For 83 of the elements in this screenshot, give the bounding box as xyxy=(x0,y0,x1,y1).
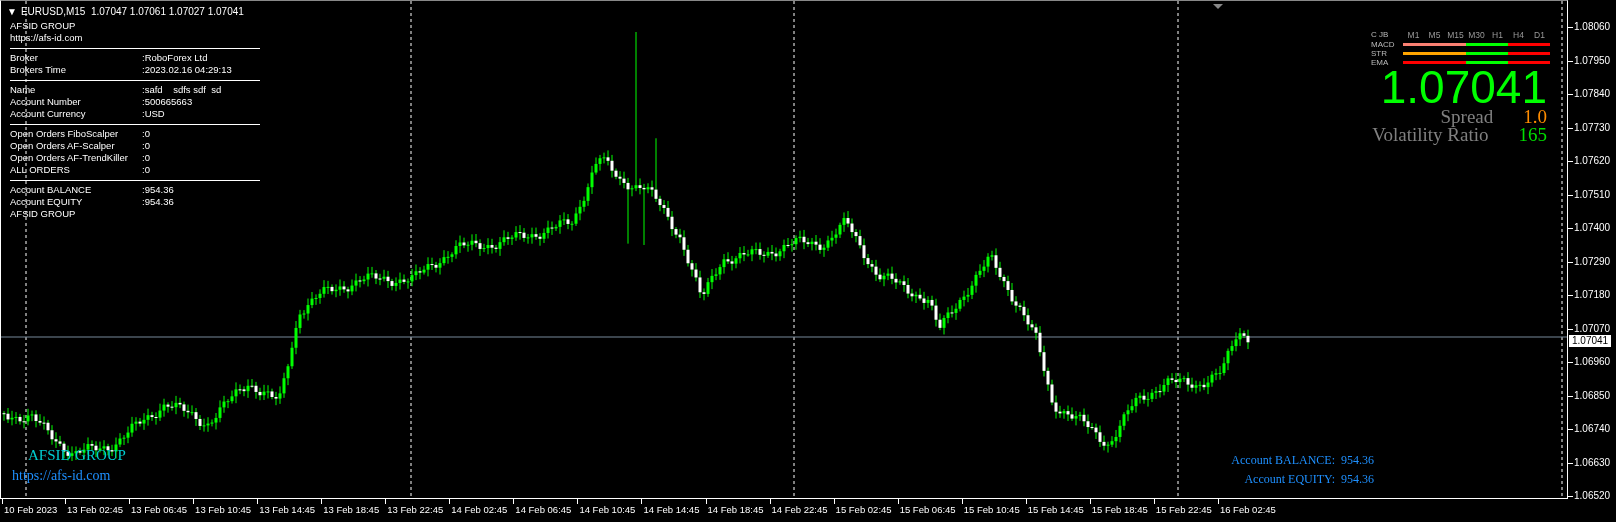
time-tick: 13 Feb 10:45 xyxy=(195,504,252,515)
shift-marker-icon[interactable] xyxy=(1213,4,1223,9)
info-value: :0 xyxy=(142,140,151,152)
info-label: Account BALANCE xyxy=(10,184,93,196)
info-value: :954.36 xyxy=(142,196,175,208)
signal-label: EMA xyxy=(1371,58,1390,67)
info-label: Open Orders FiboScalper xyxy=(10,128,120,140)
time-tick: 15 Feb 18:45 xyxy=(1091,504,1148,515)
price-tick: 1.07510 xyxy=(1574,188,1611,201)
current-price-tag: 1.07041 xyxy=(1569,335,1612,347)
signal-title: C JB xyxy=(1371,30,1390,39)
info-label: Brokers Time xyxy=(10,64,67,76)
time-tick: 15 Feb 06:45 xyxy=(899,504,956,515)
info-value: :0 xyxy=(142,164,151,176)
spread-value: 1.0 xyxy=(1523,107,1547,126)
time-tick: 14 Feb 06:45 xyxy=(515,504,572,515)
price-tick: 1.07950 xyxy=(1574,54,1611,67)
price-tick: 1.07070 xyxy=(1574,322,1611,335)
timeframe-label: H1 xyxy=(1491,29,1504,40)
account-value: 954.36 xyxy=(1341,472,1374,487)
price-tick: 1.06960 xyxy=(1574,356,1611,368)
timeframe-label: M1 xyxy=(1406,29,1421,40)
volatility-value: 165 xyxy=(1518,125,1547,144)
timeframe-label: H4 xyxy=(1512,29,1525,40)
account-label: Account EQUITY: xyxy=(1244,472,1335,487)
info-value: :954.36 xyxy=(142,184,175,196)
price-tick: 1.08060 xyxy=(1574,21,1611,33)
time-tick: 13 Feb 18:45 xyxy=(323,504,380,515)
time-tick: 14 Feb 14:45 xyxy=(643,504,700,515)
time-tick: 13 Feb 06:45 xyxy=(131,504,188,515)
time-tick: 15 Feb 10:45 xyxy=(963,504,1020,515)
info-label: Name xyxy=(10,84,37,96)
info-value: :RoboForex Ltd xyxy=(142,52,209,64)
account-label: Account BALANCE: xyxy=(1231,453,1335,468)
timeframe-label: M5 xyxy=(1427,29,1442,40)
info-label: Account EQUITY xyxy=(10,196,84,208)
price-tick: 1.07730 xyxy=(1574,121,1611,134)
price-tick: 1.06850 xyxy=(1574,389,1611,402)
time-tick: 14 Feb 02:45 xyxy=(451,504,508,515)
time-tick: 13 Feb 02:45 xyxy=(67,504,123,515)
time-tick: 15 Feb 02:45 xyxy=(835,504,892,515)
url-text: https://afs-id.com xyxy=(10,32,83,43)
brand-text: AFSID GROUP xyxy=(10,20,76,31)
symbol-header: EURUSD,M15 1.07047 1.07061 1.07027 1.07041 xyxy=(20,6,244,17)
timeframe-label: D1 xyxy=(1533,29,1546,40)
info-value: :2023.02.16 04:29:13 xyxy=(142,64,233,76)
info-label: Open Orders AF-Scalper xyxy=(10,140,116,152)
time-tick: 13 Feb 22:45 xyxy=(387,504,444,515)
info-value: :USD xyxy=(142,108,166,120)
time-tick: 13 Feb 14:45 xyxy=(259,504,316,515)
timeframe-label: M30 xyxy=(1467,29,1486,40)
time-tick: 15 Feb 22:45 xyxy=(1155,504,1212,515)
time-tick: 14 Feb 10:45 xyxy=(579,504,636,515)
price-tick: 1.07400 xyxy=(1574,222,1611,234)
time-tick: 16 Feb 02:45 xyxy=(1219,504,1276,515)
info-value: :0 xyxy=(142,128,151,140)
price-tick: 1.07290 xyxy=(1574,255,1611,268)
price-tick: 1.07840 xyxy=(1574,88,1611,100)
price-tick: 1.07180 xyxy=(1574,289,1611,301)
price-tick: 1.06630 xyxy=(1574,456,1611,469)
info-value: :500665663 xyxy=(142,96,194,108)
info-value: :safd sdfs sdf sd xyxy=(142,84,223,96)
price-tick: 1.07620 xyxy=(1574,155,1611,167)
info-label: Open Orders AF-TrendKiller xyxy=(10,152,129,164)
price-tick: 1.06740 xyxy=(1574,423,1611,435)
signal-label: STR xyxy=(1371,49,1388,58)
info-label: Account Currency xyxy=(10,108,87,120)
info-label: Account Number xyxy=(10,96,82,108)
footer-brand: AFSID GROUP xyxy=(10,208,76,219)
account-value: 954.36 xyxy=(1341,453,1374,468)
price-tick: 1.06520 xyxy=(1574,490,1611,502)
info-label: ALL ORDERS xyxy=(10,164,71,176)
timeframe-label: M15 xyxy=(1446,29,1465,40)
info-value: :0 xyxy=(142,152,151,164)
time-tick: 14 Feb 22:45 xyxy=(771,504,828,515)
current-price: 1.07041 xyxy=(1380,65,1547,109)
chart-menu-glyph[interactable]: ▼ xyxy=(7,6,17,17)
time-tick: 10 Feb 2023 xyxy=(4,504,58,515)
info-label: Broker xyxy=(10,52,39,64)
time-tick: 14 Feb 18:45 xyxy=(707,504,764,515)
signal-label: MACD xyxy=(1371,40,1396,49)
url-text: https://afs-id.com xyxy=(12,468,111,484)
time-tick: 15 Feb 14:45 xyxy=(1027,504,1084,515)
